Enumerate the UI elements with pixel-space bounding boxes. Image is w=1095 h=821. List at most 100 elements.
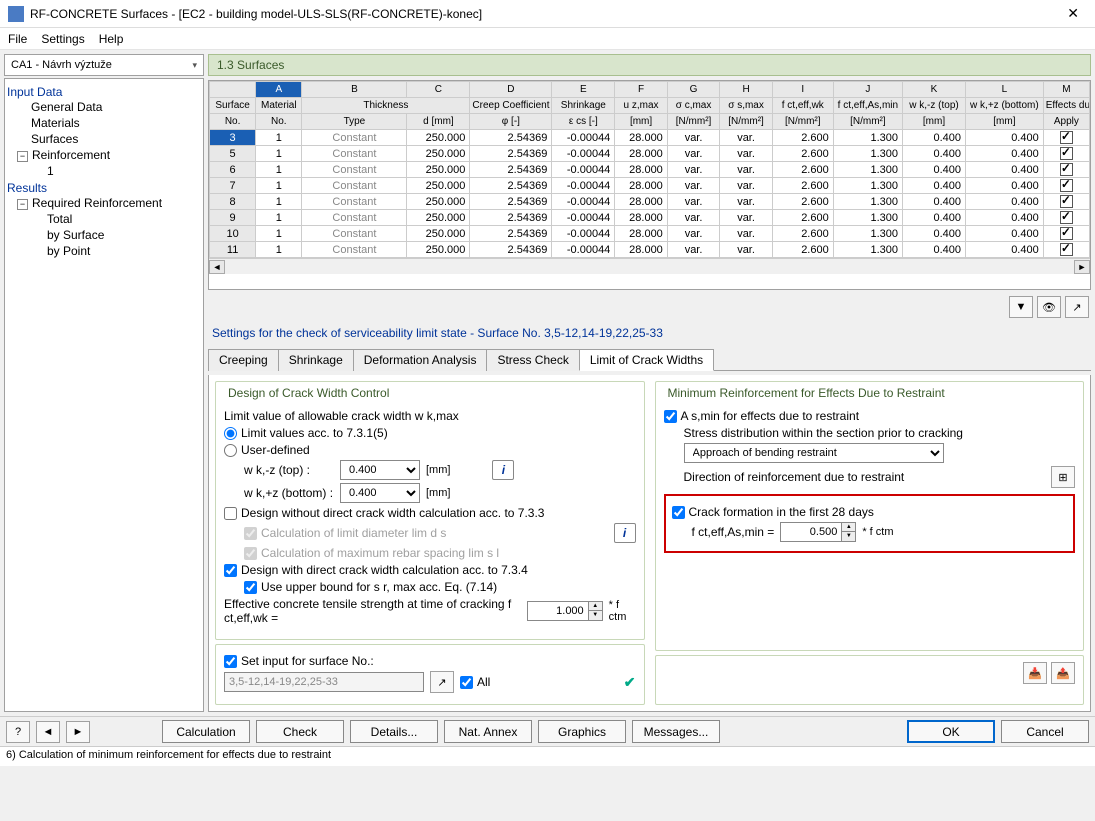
surface-list-input[interactable]	[224, 672, 424, 692]
tree-total[interactable]: Total	[7, 211, 201, 227]
tab-shrinkage[interactable]: Shrinkage	[278, 349, 354, 371]
menu-help[interactable]: Help	[99, 32, 124, 46]
table-row[interactable]: 5 1 Constant 250.000 2.54369 -0.00044 28…	[210, 146, 1090, 162]
apply-checkbox[interactable]	[1060, 227, 1073, 240]
status-bar: 6) Calculation of minimum reinforcement …	[0, 746, 1095, 766]
horizontal-scrollbar[interactable]: ◄ ►	[209, 258, 1090, 274]
limit-value-label: Limit value of allowable crack width w k…	[224, 409, 636, 423]
wk-top-label: w k,-z (top) :	[244, 463, 334, 477]
collapse-icon[interactable]: −	[17, 199, 28, 210]
info-icon[interactable]: i	[492, 460, 514, 480]
spin-up-icon[interactable]: ▲	[842, 523, 855, 532]
scroll-right-icon[interactable]: ►	[1074, 260, 1090, 274]
highlighted-section: Crack formation in the first 28 days f c…	[664, 494, 1076, 553]
prev-icon[interactable]: ◄	[36, 721, 60, 743]
table-row[interactable]: 9 1 Constant 250.000 2.54369 -0.00044 28…	[210, 210, 1090, 226]
menu-bar: File Settings Help	[0, 28, 1095, 50]
apply-checkbox[interactable]	[1060, 195, 1073, 208]
ok-button[interactable]: OK	[907, 720, 995, 743]
messages-button[interactable]: Messages...	[632, 720, 720, 743]
menu-file[interactable]: File	[8, 32, 27, 46]
scroll-left-icon[interactable]: ◄	[209, 260, 225, 274]
export-icon[interactable]: 📤	[1051, 662, 1075, 684]
tree-req-reinf[interactable]: −Required Reinforcement	[7, 195, 201, 211]
apply-checkbox[interactable]	[1060, 147, 1073, 160]
chk-set-input[interactable]	[224, 655, 237, 668]
details-button[interactable]: Details...	[350, 720, 438, 743]
tree-by-surface[interactable]: by Surface	[7, 227, 201, 243]
window-title: RF-CONCRETE Surfaces - [EC2 - building m…	[30, 7, 1059, 21]
menu-settings[interactable]: Settings	[41, 32, 84, 46]
pick-surface-icon[interactable]: ↗	[430, 671, 454, 693]
graphics-button[interactable]: Graphics	[538, 720, 626, 743]
filter-icon[interactable]: ▼	[1009, 296, 1033, 318]
chk-asmin[interactable]	[664, 410, 677, 423]
close-icon[interactable]: ✕	[1059, 5, 1087, 22]
nat-annex-button[interactable]: Nat. Annex	[444, 720, 532, 743]
title-bar: RF-CONCRETE Surfaces - [EC2 - building m…	[0, 0, 1095, 28]
collapse-icon[interactable]: −	[17, 151, 28, 162]
fcteffasmin-label: f ct,eff,As,min =	[692, 525, 775, 539]
eye-icon[interactable]: 👁	[1037, 296, 1061, 318]
tree-results[interactable]: Results	[7, 181, 201, 195]
tab-deformation[interactable]: Deformation Analysis	[353, 349, 488, 371]
apply-checkbox[interactable]	[1060, 163, 1073, 176]
table-row[interactable]: 8 1 Constant 250.000 2.54369 -0.00044 28…	[210, 194, 1090, 210]
tree-surfaces[interactable]: Surfaces	[7, 131, 201, 147]
nav-tree: Input Data General Data Materials Surfac…	[4, 78, 204, 712]
info-icon[interactable]: i	[614, 523, 636, 543]
min-reinf-group: Minimum Reinforcement for Effects Due to…	[664, 386, 949, 400]
apply-check-icon[interactable]: ✔	[624, 674, 636, 691]
table-row[interactable]: 11 1 Constant 250.000 2.54369 -0.00044 2…	[210, 242, 1090, 258]
tree-by-point[interactable]: by Point	[7, 243, 201, 259]
cancel-button[interactable]: Cancel	[1001, 720, 1089, 743]
bottom-bar: ? ◄ ► Calculation Check Details... Nat. …	[0, 716, 1095, 746]
next-icon[interactable]: ►	[66, 721, 90, 743]
fcteffwk-input[interactable]: ▲▼	[527, 601, 603, 621]
apply-checkbox[interactable]	[1060, 243, 1073, 256]
tree-materials[interactable]: Materials	[7, 115, 201, 131]
chk-design-without[interactable]	[224, 507, 237, 520]
spin-down-icon[interactable]: ▼	[589, 611, 602, 620]
wk-top-input[interactable]: 0.400	[340, 460, 420, 480]
wk-bottom-label: w k,+z (bottom) :	[244, 486, 334, 500]
chk-calc-diameter	[244, 527, 257, 540]
case-combo[interactable]: CA1 - Návrh výztuže	[4, 54, 204, 76]
panel-title: 1.3 Surfaces	[208, 54, 1091, 76]
pick-icon[interactable]: ↗	[1065, 296, 1089, 318]
tree-reinf-1[interactable]: 1	[7, 163, 201, 179]
crack-control-group: Design of Crack Width Control	[224, 386, 393, 400]
tree-reinforcement[interactable]: −Reinforcement	[7, 147, 201, 163]
chk-all[interactable]: All	[460, 675, 490, 689]
table-row[interactable]: 7 1 Constant 250.000 2.54369 -0.00044 28…	[210, 178, 1090, 194]
settings-tabs: Creeping Shrinkage Deformation Analysis …	[208, 348, 1091, 371]
wk-bottom-input[interactable]: 0.400	[340, 483, 420, 503]
chk-crack-28[interactable]	[672, 506, 685, 519]
radio-user-defined[interactable]: User-defined	[224, 443, 310, 457]
chk-design-with[interactable]	[224, 564, 237, 577]
chk-upper-bound[interactable]	[244, 581, 257, 594]
tab-crack-widths[interactable]: Limit of Crack Widths	[579, 349, 714, 371]
spin-down-icon[interactable]: ▼	[842, 532, 855, 541]
tab-stress-check[interactable]: Stress Check	[486, 349, 579, 371]
approach-select[interactable]: Approach of bending restraint	[684, 443, 944, 463]
tab-creeping[interactable]: Creeping	[208, 349, 279, 371]
help-icon[interactable]: ?	[6, 721, 30, 743]
import-icon[interactable]: 📥	[1023, 662, 1047, 684]
table-row[interactable]: 6 1 Constant 250.000 2.54369 -0.00044 28…	[210, 162, 1090, 178]
direction-icon[interactable]: ⊞	[1051, 466, 1075, 488]
apply-checkbox[interactable]	[1060, 179, 1073, 192]
table-row[interactable]: 3 1 Constant 250.000 2.54369 -0.00044 28…	[210, 130, 1090, 146]
radio-limit-731[interactable]: Limit values acc. to 7.3.1(5)	[224, 426, 388, 440]
tree-general-data[interactable]: General Data	[7, 99, 201, 115]
direction-label: Direction of reinforcement due to restra…	[684, 470, 1046, 484]
stress-dist-label: Stress distribution within the section p…	[664, 426, 1076, 440]
calculation-button[interactable]: Calculation	[162, 720, 250, 743]
check-button[interactable]: Check	[256, 720, 344, 743]
fcteffasmin-input[interactable]: ▲▼	[780, 522, 856, 542]
apply-checkbox[interactable]	[1060, 211, 1073, 224]
apply-checkbox[interactable]	[1060, 131, 1073, 144]
table-row[interactable]: 10 1 Constant 250.000 2.54369 -0.00044 2…	[210, 226, 1090, 242]
spin-up-icon[interactable]: ▲	[589, 602, 602, 611]
tree-input-data[interactable]: Input Data	[7, 85, 201, 99]
